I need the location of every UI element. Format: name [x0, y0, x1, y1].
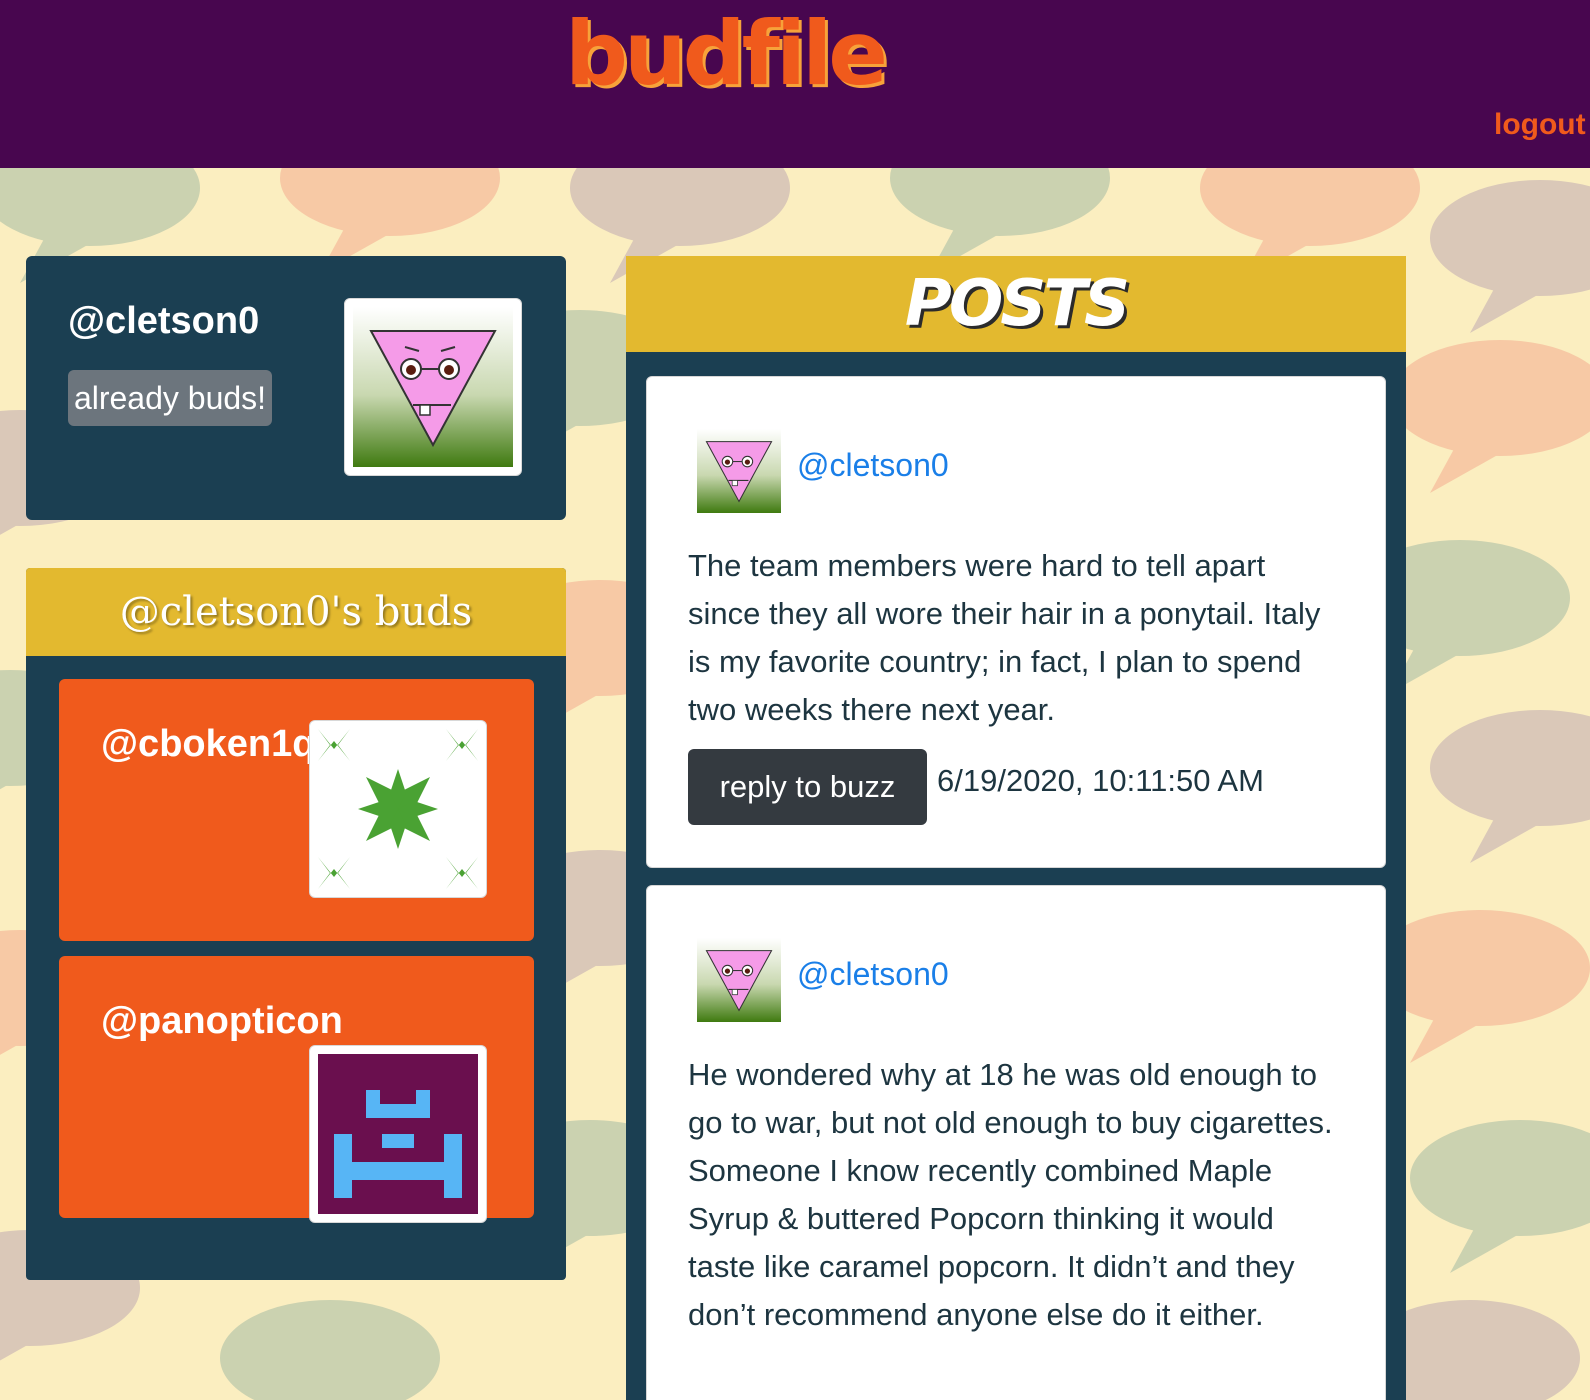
- blue-pixel-robot-avatar-icon: [309, 1045, 487, 1223]
- budfile-logo[interactable]: budfile: [565, 2, 888, 105]
- bud-handle[interactable]: @panopticon: [101, 1000, 343, 1043]
- bud-card[interactable]: @cboken1q: [59, 679, 534, 941]
- profile-handle: @cletson0: [68, 300, 260, 342]
- post-timestamp: 6/19/2020, 10:11:50 AM: [937, 763, 1264, 798]
- pink-triangle-face-avatar-icon: [344, 298, 522, 476]
- reply-to-buzz-button[interactable]: reply to buzz: [688, 749, 927, 825]
- pink-triangle-face-avatar-icon: [697, 938, 781, 1022]
- already-buds-button[interactable]: already buds!: [68, 370, 272, 426]
- posts-panel: POSTS @cletson0 The team members were ha…: [626, 256, 1406, 1400]
- post-body: He wondered why at 18 he was old enough …: [688, 1057, 1333, 1332]
- posts-panel-title: POSTS: [626, 256, 1406, 352]
- bud-handle[interactable]: @cboken1q: [101, 723, 315, 766]
- logout-link[interactable]: logout: [1494, 108, 1586, 142]
- profile-card: @cletson0 already buds!: [26, 256, 566, 520]
- post-author-link[interactable]: @cletson0: [797, 447, 949, 484]
- post-body: The team members were hard to tell apart…: [688, 548, 1321, 727]
- post-author-link[interactable]: @cletson0: [797, 956, 949, 993]
- post-card: @cletson0 The team members were hard to …: [646, 376, 1386, 868]
- green-star-pattern-avatar-icon: [309, 720, 487, 898]
- post-card: @cletson0 He wondered why at 18 he was o…: [646, 885, 1386, 1400]
- buds-panel: @cletson0's buds @cboken1q @panopticon: [26, 568, 566, 1280]
- pink-triangle-face-avatar-icon: [697, 429, 781, 513]
- buds-panel-title: @cletson0's buds: [26, 568, 566, 656]
- top-navbar: budfile logout: [0, 0, 1590, 168]
- bud-card[interactable]: @panopticon: [59, 956, 534, 1223]
